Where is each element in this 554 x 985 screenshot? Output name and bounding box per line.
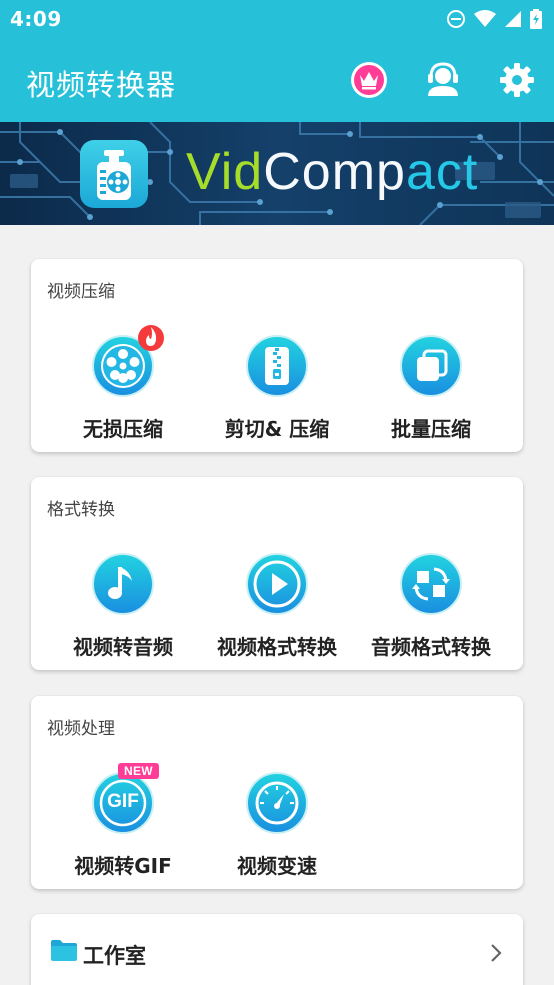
video-format-convert-button[interactable]: 视频格式转换 xyxy=(202,553,352,660)
folder-icon xyxy=(51,940,77,961)
app-logo-icon xyxy=(80,140,148,208)
logo-text-part1: Vid xyxy=(186,143,264,201)
lossless-compress-button[interactable]: 无损压缩 xyxy=(48,325,198,442)
section-card-video-process: 视频处理 GIF NEW 视频转GIF 视频变速 xyxy=(31,696,523,889)
cell-signal-icon xyxy=(505,11,521,27)
section-title: 格式转换 xyxy=(47,500,115,520)
headset-icon xyxy=(428,62,458,96)
video-to-audio-button[interactable]: 视频转音频 xyxy=(48,553,198,660)
app-logo-text: VidCompact xyxy=(186,142,478,202)
music-note-icon xyxy=(92,553,154,615)
speedometer-icon xyxy=(246,772,308,834)
audio-format-convert-button[interactable]: 音频格式转换 xyxy=(356,553,506,660)
batch-compress-label: 批量压缩 xyxy=(391,417,471,441)
stack-icon xyxy=(400,335,462,397)
video-to-audio-label: 视频转音频 xyxy=(73,635,173,659)
lossless-compress-label: 无损压缩 xyxy=(83,417,163,441)
video-speed-button[interactable]: 视频变速 xyxy=(202,772,352,879)
logo-text-part2: Comp xyxy=(263,143,406,201)
settings-button[interactable] xyxy=(497,60,537,100)
batch-compress-button[interactable]: 批量压缩 xyxy=(356,335,506,442)
convert-icon xyxy=(400,553,462,615)
section-title: 视频压缩 xyxy=(47,282,115,302)
battery-icon xyxy=(530,9,542,29)
play-icon xyxy=(246,553,308,615)
studio-label: 工作室 xyxy=(83,944,146,968)
app-title: 视频转换器 xyxy=(26,68,177,102)
studio-row[interactable]: 工作室 xyxy=(31,914,523,985)
gear-icon xyxy=(500,63,534,97)
hot-flame-icon xyxy=(138,325,164,351)
section-card-format-convert: 格式转换 视频转音频 视频格式转换 音频格式转换 xyxy=(31,477,523,670)
status-bar: 4:09 xyxy=(0,0,554,38)
chevron-right-icon xyxy=(491,944,502,962)
status-icons xyxy=(446,9,542,29)
logo-text-part3: act xyxy=(405,143,479,201)
promo-banner[interactable]: VidCompact xyxy=(0,122,554,225)
do-not-disturb-icon xyxy=(447,10,465,28)
zip-icon xyxy=(246,335,308,397)
video-to-gif-button[interactable]: GIF NEW 视频转GIF xyxy=(48,763,198,879)
gif-icon-text: GIF xyxy=(107,791,139,812)
cut-compress-label: 剪切& 压缩 xyxy=(224,417,330,441)
video-to-gif-label: 视频转GIF xyxy=(74,854,172,878)
status-time: 4:09 xyxy=(10,7,62,31)
section-title: 视频处理 xyxy=(47,719,115,739)
vip-button[interactable] xyxy=(349,60,389,100)
video-speed-label: 视频变速 xyxy=(237,854,317,878)
crown-icon xyxy=(351,62,387,98)
section-card-video-compress: 视频压缩 无损压缩 剪切& 压缩 批量压缩 xyxy=(31,259,523,452)
video-format-convert-label: 视频格式转换 xyxy=(217,635,337,659)
new-badge: NEW xyxy=(118,763,159,779)
app-toolbar: 视频转换器 xyxy=(0,38,554,122)
wifi-icon xyxy=(474,10,496,27)
cut-compress-button[interactable]: 剪切& 压缩 xyxy=(202,335,352,442)
audio-format-convert-label: 音频格式转换 xyxy=(371,635,491,659)
support-button[interactable] xyxy=(423,60,463,100)
